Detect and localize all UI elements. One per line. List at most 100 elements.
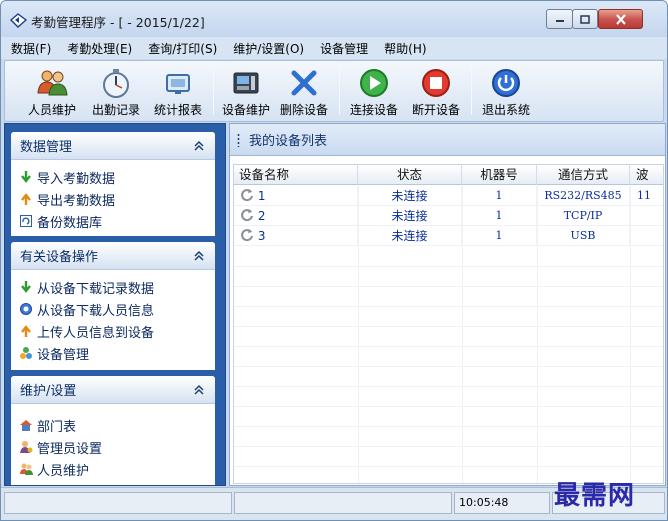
device-table[interactable]: 设备名称 状态 机器号 通信方式 波 1 未连接 1 RS232/RS485 1… <box>233 164 664 484</box>
users-icon <box>20 463 33 475</box>
device-name-text: 2 <box>257 209 266 223</box>
panel-header[interactable]: 有关设备操作 <box>11 242 215 270</box>
panel-maintenance-settings: 维护/设置 部门表 管理员设置 人员维护 <box>11 376 215 485</box>
sidebar-item-label: 设备管理 <box>37 347 90 363</box>
minimize-button[interactable] <box>546 9 573 29</box>
status-pane-left <box>4 492 232 514</box>
chevron-up-icon[interactable] <box>193 384 205 396</box>
sidebar-item-backup-database[interactable]: 备份数据库 <box>19 210 215 232</box>
title-bar[interactable]: 考勤管理程序 - [ - 2015/1/22] <box>1 1 667 37</box>
cell-comm-method: RS232/RS485 <box>537 186 630 206</box>
arrow-up-orange-icon <box>21 325 31 337</box>
column-baud[interactable]: 波 <box>630 165 663 185</box>
status-pane-middle <box>234 492 452 514</box>
sidebar-item-download-users[interactable]: 从设备下载人员信息 <box>19 298 215 320</box>
cell-machine-number: 1 <box>462 206 537 226</box>
grid-line <box>630 185 631 483</box>
building-icon <box>20 420 32 431</box>
grid-line <box>234 466 663 467</box>
table-row[interactable]: 1 未连接 1 RS232/RS485 11 <box>234 186 663 206</box>
menu-maintenance[interactable]: 维护/设置(O) <box>233 40 304 57</box>
grid-line <box>234 406 663 407</box>
grid-line <box>234 346 663 347</box>
cell-comm-method: USB <box>537 226 630 246</box>
close-button[interactable] <box>598 9 643 29</box>
refresh-device-icon <box>241 209 253 222</box>
maximize-button[interactable] <box>572 9 598 29</box>
column-status[interactable]: 状态 <box>358 165 462 185</box>
window-title: 考勤管理程序 - [ - 2015/1/22] <box>31 15 205 30</box>
sidebar-item-label: 导出考勤数据 <box>37 193 116 209</box>
refresh-device-icon <box>241 229 253 242</box>
user-maintenance-label: 人员维护 <box>27 103 76 117</box>
menu-data[interactable]: 数据(F) <box>11 40 51 57</box>
toolbar: 人员维护 出勤记录 统计报表 设备维护 删除设备 连接设备 断开设备 退出系统 <box>4 60 664 122</box>
arrow-down-green-icon <box>21 171 31 183</box>
panel-header[interactable]: 数据管理 <box>11 132 215 160</box>
user-maintenance-button[interactable]: 人员维护 <box>21 61 83 121</box>
menu-attendance[interactable]: 考勤处理(E) <box>67 40 132 57</box>
column-machine-number[interactable]: 机器号 <box>462 165 537 185</box>
toolbar-separator <box>213 67 214 115</box>
column-device-name[interactable]: 设备名称 <box>234 165 358 185</box>
cell-device-name: 3 <box>234 226 358 246</box>
sidebar-item-download-records[interactable]: 从设备下载记录数据 <box>19 276 215 298</box>
sidebar-item-admin-settings[interactable]: 管理员设置 <box>19 436 215 458</box>
cell-machine-number: 1 <box>462 186 537 206</box>
statistics-report-button[interactable]: 统计报表 <box>147 61 209 121</box>
delete-device-button[interactable]: 删除设备 <box>275 61 333 121</box>
panel-title: 维护/设置 <box>20 384 77 399</box>
report-icon <box>166 74 190 94</box>
grid-line <box>234 446 663 447</box>
sidebar-item-label: 从设备下载记录数据 <box>37 281 155 297</box>
app-window: 考勤管理程序 - [ - 2015/1/22] 数据(F) 考勤处理(E) 查询… <box>0 0 668 521</box>
exit-system-button[interactable]: 退出系统 <box>475 61 537 121</box>
admin-user-icon <box>20 441 33 453</box>
app-logo-icon <box>10 13 27 28</box>
cell-comm-method: TCP/IP <box>537 206 630 226</box>
table-row[interactable]: 2 未连接 1 TCP/IP <box>234 206 663 226</box>
sidebar-item-user-maintenance[interactable]: 人员维护 <box>19 458 215 480</box>
disconnect-device-button[interactable]: 断开设备 <box>405 61 467 121</box>
menu-device-management[interactable]: 设备管理 <box>320 40 368 57</box>
sidebar-item-export-attendance[interactable]: 导出考勤数据 <box>19 188 215 210</box>
menu-help[interactable]: 帮助(H) <box>384 40 426 57</box>
cell-status: 未连接 <box>358 226 462 246</box>
panel-data-management: 数据管理 导入考勤数据 导出考勤数据 备份数据库 <box>11 132 215 236</box>
content-title: 我的设备列表 <box>249 134 328 149</box>
cell-baud: 11 <box>637 189 651 202</box>
stopwatch-icon <box>103 69 129 98</box>
chevron-up-icon[interactable] <box>193 250 205 262</box>
sidebar-item-label: 上传人员信息到设备 <box>37 325 155 341</box>
status-time: 10:05:48 <box>454 492 550 514</box>
sidebar-item-import-attendance[interactable]: 导入考勤数据 <box>19 166 215 188</box>
minimize-icon <box>555 20 564 22</box>
users-icon <box>37 70 68 96</box>
device-maintenance-button[interactable]: 设备维护 <box>217 61 275 121</box>
sidebar-item-label: 备份数据库 <box>37 215 103 231</box>
backup-icon <box>20 215 32 227</box>
arrow-down-green-icon <box>21 281 31 293</box>
sidebar-item-upload-users[interactable]: 上传人员信息到设备 <box>19 320 215 342</box>
power-icon <box>492 69 520 97</box>
chevron-up-icon[interactable] <box>193 140 205 152</box>
table-row[interactable]: 3 未连接 1 USB <box>234 226 663 246</box>
menu-query-print[interactable]: 查询/打印(S) <box>148 40 217 57</box>
sidebar-item-label: 部门表 <box>37 419 77 435</box>
panel-header[interactable]: 维护/设置 <box>11 376 215 404</box>
network-icon <box>20 347 32 359</box>
disconnect-stop-icon <box>422 69 450 97</box>
column-comm-method[interactable]: 通信方式 <box>537 165 630 185</box>
sidebar-item-department-table[interactable]: 部门表 <box>19 414 215 436</box>
connect-device-button[interactable]: 连接设备 <box>343 61 405 121</box>
cell-status: 未连接 <box>358 206 462 226</box>
grid-line <box>234 366 663 367</box>
attendance-records-button[interactable]: 出勤记录 <box>85 61 147 121</box>
grid-line <box>234 426 663 427</box>
toolbar-separator <box>339 67 340 115</box>
close-icon <box>615 13 626 25</box>
delete-x-icon <box>291 70 317 96</box>
device-icon <box>233 72 259 94</box>
panel-title: 有关设备操作 <box>20 250 99 265</box>
sidebar-item-device-management[interactable]: 设备管理 <box>19 342 215 364</box>
